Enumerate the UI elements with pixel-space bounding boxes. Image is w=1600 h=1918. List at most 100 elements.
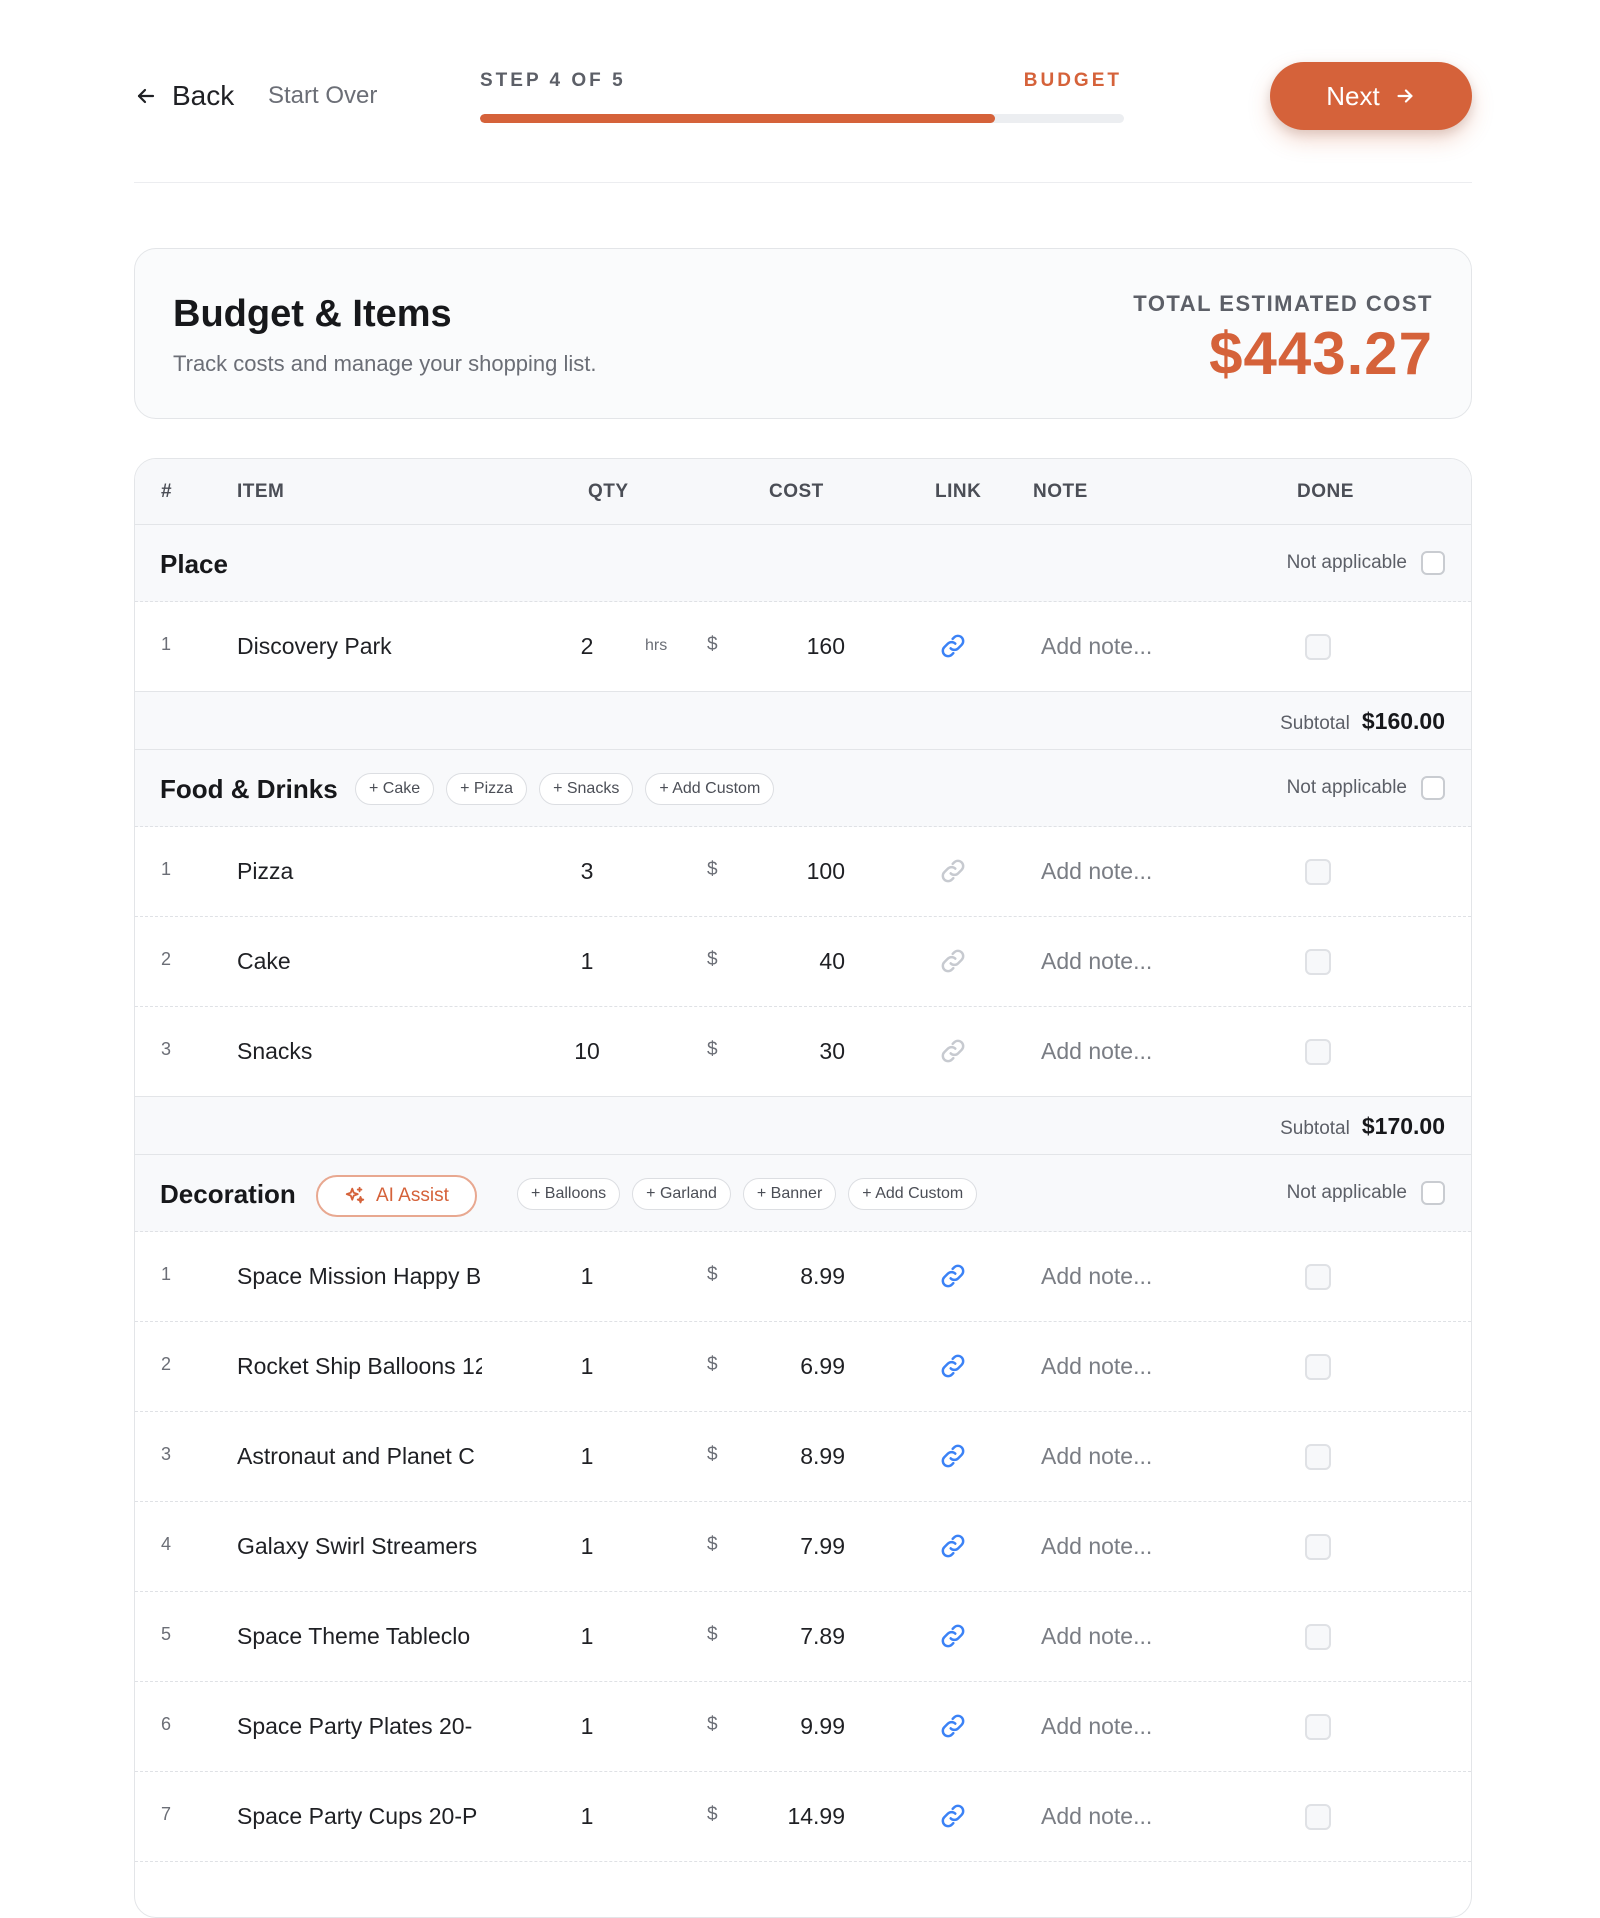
item-note-input[interactable]: Add note... (1041, 1623, 1152, 1650)
item-name-input[interactable]: Galaxy Swirl Streamers (237, 1533, 482, 1560)
item-note-input[interactable]: Add note... (1041, 633, 1152, 660)
item-done-checkbox[interactable] (1305, 1534, 1331, 1560)
item-note-input[interactable]: Add note... (1041, 1533, 1152, 1560)
next-button[interactable]: Next (1270, 62, 1472, 130)
item-note-input[interactable]: Add note... (1041, 1263, 1152, 1290)
subtotal-value: $170.00 (1361, 1113, 1445, 1139)
arrow-left-icon (137, 88, 155, 104)
link-icon[interactable] (939, 1802, 967, 1830)
category-row: Decoration AI Assist + Balloons + Garland + … (135, 1155, 1471, 1232)
item-name-input[interactable]: Space Mission Happy B (237, 1263, 482, 1290)
item-number: 5 (161, 1624, 172, 1644)
item-name-input[interactable]: Pizza (237, 858, 482, 885)
link-icon[interactable] (939, 1352, 967, 1380)
item-name-input[interactable]: Space Party Cups 20-P (237, 1803, 482, 1830)
item-qty-input[interactable]: 1 (565, 948, 609, 975)
item-note-input[interactable]: Add note... (1041, 1713, 1152, 1740)
item-qty-input[interactable]: 1 (565, 1263, 609, 1290)
item-qty-input[interactable]: 3 (565, 858, 609, 885)
item-qty-input[interactable]: 2 (565, 633, 609, 660)
item-note-input[interactable]: Add note... (1041, 1443, 1152, 1470)
category-row: Place Not applicable (135, 525, 1471, 602)
quick-add-chip[interactable]: + Snacks (539, 773, 634, 805)
not-applicable-toggle[interactable]: Not applicable (1287, 776, 1445, 800)
item-qty-input[interactable]: 1 (565, 1713, 609, 1740)
item-qty-input[interactable]: 1 (565, 1443, 609, 1470)
item-done-checkbox[interactable] (1305, 949, 1331, 975)
progress-bar (480, 114, 1124, 123)
item-cost-input[interactable]: 7.89 (735, 1623, 845, 1650)
item-done-checkbox[interactable] (1305, 859, 1331, 885)
link-icon[interactable] (939, 947, 967, 975)
item-note-input[interactable]: Add note... (1041, 1803, 1152, 1830)
item-qty-input[interactable]: 1 (565, 1623, 609, 1650)
item-name-input[interactable]: Astronaut and Planet C (237, 1443, 482, 1470)
item-qty-input[interactable]: 1 (565, 1803, 609, 1830)
link-icon[interactable] (939, 1622, 967, 1650)
item-cost-input[interactable]: 40 (735, 948, 845, 975)
item-name-input[interactable]: Snacks (237, 1038, 482, 1065)
not-applicable-checkbox[interactable] (1421, 1181, 1445, 1205)
item-done-checkbox[interactable] (1305, 634, 1331, 660)
item-row: 5 Space Theme Tableclo 1 $7.89 Add note... (135, 1592, 1471, 1682)
item-cost-input[interactable]: 9.99 (735, 1713, 845, 1740)
not-applicable-toggle[interactable]: Not applicable (1287, 1181, 1445, 1205)
item-name-input[interactable]: Rocket Ship Balloons 12 (237, 1353, 482, 1380)
item-note-input[interactable]: Add note... (1041, 858, 1152, 885)
link-icon[interactable] (939, 632, 967, 660)
item-qty-input[interactable]: 10 (565, 1038, 609, 1065)
item-done-checkbox[interactable] (1305, 1714, 1331, 1740)
quick-add-chip[interactable]: + Banner (742, 1178, 837, 1210)
item-number: 2 (161, 949, 172, 969)
item-cost-input[interactable]: 14.99 (735, 1803, 845, 1830)
not-applicable-toggle[interactable]: Not applicable (1287, 551, 1445, 575)
item-done-checkbox[interactable] (1305, 1039, 1331, 1065)
item-cost-input[interactable]: 6.99 (735, 1353, 845, 1380)
subtotal-value: $160.00 (1361, 708, 1445, 734)
link-icon[interactable] (939, 1712, 967, 1740)
item-note-input[interactable]: Add note... (1041, 1038, 1152, 1065)
item-qty-input[interactable]: 1 (565, 1533, 609, 1560)
link-icon[interactable] (939, 1262, 967, 1290)
not-applicable-checkbox[interactable] (1421, 776, 1445, 800)
category-row: Food & Drinks + Cake + Pizza + Snacks + Add … (135, 750, 1471, 827)
item-name-input[interactable]: Space Theme Tableclo (237, 1623, 482, 1650)
quick-add-chip[interactable]: + Add Custom (645, 773, 775, 805)
link-icon[interactable] (939, 857, 967, 885)
item-done-checkbox[interactable] (1305, 1354, 1331, 1380)
link-icon[interactable] (939, 1532, 967, 1560)
item-cost-input[interactable]: 8.99 (735, 1443, 845, 1470)
link-icon[interactable] (939, 1442, 967, 1470)
not-applicable-checkbox[interactable] (1421, 551, 1445, 575)
quick-add-chip[interactable]: + Garland (632, 1178, 731, 1210)
link-icon[interactable] (939, 1037, 967, 1065)
quick-add-chip[interactable]: + Balloons (517, 1178, 621, 1210)
ai-assist-button[interactable]: AI Assist (316, 1175, 477, 1217)
item-number: 2 (161, 1354, 172, 1374)
quick-add-chip[interactable]: + Cake (355, 773, 435, 805)
item-qty-input[interactable]: 1 (565, 1353, 609, 1380)
column-header-item: ITEM (237, 481, 285, 502)
item-done-checkbox[interactable] (1305, 1624, 1331, 1650)
start-over-button[interactable]: Start Over (268, 82, 377, 110)
item-done-checkbox[interactable] (1305, 1804, 1331, 1830)
item-name-input[interactable]: Space Party Plates 20- (237, 1713, 482, 1740)
item-done-checkbox[interactable] (1305, 1444, 1331, 1470)
item-cost-input[interactable]: 8.99 (735, 1263, 845, 1290)
quick-add-chip[interactable]: + Add Custom (848, 1178, 978, 1210)
quick-add-chip[interactable]: + Pizza (446, 773, 528, 805)
subtotal-row: Subtotal $170.00 (135, 1097, 1471, 1155)
item-name-input[interactable]: Cake (237, 948, 482, 975)
item-row: 1 Pizza 3 $100 Add note... (135, 827, 1471, 917)
item-row: 1 Space Mission Happy B 1 $8.99 Add note... (135, 1232, 1471, 1322)
item-note-input[interactable]: Add note... (1041, 948, 1152, 975)
item-cost-input[interactable]: 160 (735, 633, 845, 660)
item-note-input[interactable]: Add note... (1041, 1353, 1152, 1380)
item-done-checkbox[interactable] (1305, 1264, 1331, 1290)
item-cost-input[interactable]: 100 (735, 858, 845, 885)
item-name-input[interactable]: Discovery Park (237, 633, 482, 660)
currency-symbol: $ (707, 634, 718, 655)
item-cost-input[interactable]: 30 (735, 1038, 845, 1065)
item-cost-input[interactable]: 7.99 (735, 1533, 845, 1560)
back-button[interactable]: Back (134, 80, 234, 112)
